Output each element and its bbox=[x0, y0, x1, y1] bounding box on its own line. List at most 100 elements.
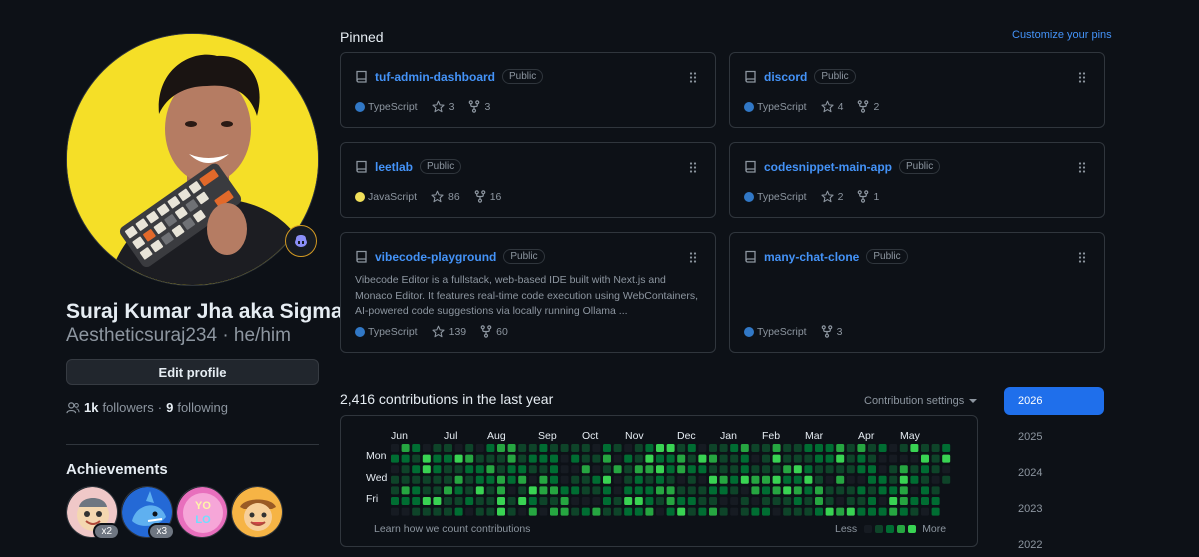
contribution-day-cell[interactable] bbox=[592, 497, 601, 505]
contribution-day-cell[interactable] bbox=[656, 454, 664, 463]
contribution-day-cell[interactable] bbox=[486, 497, 495, 505]
contribution-day-cell[interactable] bbox=[793, 444, 802, 452]
contribution-day-cell[interactable] bbox=[433, 486, 442, 495]
status-emoji-button[interactable] bbox=[285, 225, 317, 257]
contribution-day-cell[interactable] bbox=[836, 475, 845, 484]
contribution-day-cell[interactable] bbox=[550, 475, 558, 484]
contribution-day-cell[interactable] bbox=[751, 465, 760, 474]
contribution-day-cell[interactable] bbox=[868, 444, 876, 452]
contribution-day-cell[interactable] bbox=[412, 444, 421, 452]
contribution-day-cell[interactable] bbox=[475, 497, 484, 505]
contribution-day-cell[interactable] bbox=[783, 465, 792, 474]
contribution-day-cell[interactable] bbox=[825, 475, 834, 484]
contribution-day-cell[interactable] bbox=[528, 497, 537, 505]
contribution-day-cell[interactable] bbox=[634, 444, 643, 452]
contribution-day-cell[interactable] bbox=[444, 486, 452, 495]
contribution-day-cell[interactable] bbox=[422, 454, 431, 463]
contribution-day-cell[interactable] bbox=[846, 497, 855, 505]
repo-name-link[interactable]: tuf-admin-dashboard bbox=[375, 70, 495, 84]
contribution-day-cell[interactable] bbox=[581, 497, 590, 505]
contribution-day-cell[interactable] bbox=[507, 507, 516, 516]
contribution-day-cell[interactable] bbox=[656, 465, 664, 474]
contribution-day-cell[interactable] bbox=[687, 444, 696, 452]
contribution-day-cell[interactable] bbox=[401, 475, 410, 484]
contribution-day-cell[interactable] bbox=[698, 475, 707, 484]
contribution-day-cell[interactable] bbox=[507, 486, 516, 495]
contribution-day-cell[interactable] bbox=[804, 465, 813, 474]
contribution-day-cell[interactable] bbox=[825, 465, 834, 474]
contribution-day-cell[interactable] bbox=[497, 507, 505, 516]
contribution-day-cell[interactable] bbox=[846, 465, 855, 474]
contribution-day-cell[interactable] bbox=[677, 444, 686, 452]
contribution-day-cell[interactable] bbox=[783, 475, 792, 484]
contribution-day-cell[interactable] bbox=[539, 486, 548, 495]
contribution-day-cell[interactable] bbox=[507, 497, 516, 505]
contribution-day-cell[interactable] bbox=[507, 475, 516, 484]
contribution-day-cell[interactable] bbox=[836, 465, 845, 474]
contribution-day-cell[interactable] bbox=[603, 497, 611, 505]
contribution-day-cell[interactable] bbox=[931, 486, 940, 495]
contribution-day-cell[interactable] bbox=[889, 444, 898, 452]
contribution-day-cell[interactable] bbox=[550, 444, 558, 452]
contribution-day-cell[interactable] bbox=[486, 486, 495, 495]
contribution-day-cell[interactable] bbox=[846, 475, 855, 484]
contribution-day-cell[interactable] bbox=[581, 475, 590, 484]
contribution-day-cell[interactable] bbox=[391, 507, 399, 516]
repo-name-link[interactable]: many-chat-clone bbox=[764, 250, 859, 264]
contribution-day-cell[interactable] bbox=[825, 497, 834, 505]
contribution-day-cell[interactable] bbox=[921, 497, 929, 505]
contribution-day-cell[interactable] bbox=[687, 507, 696, 516]
contribution-day-cell[interactable] bbox=[783, 497, 792, 505]
contribution-day-cell[interactable] bbox=[942, 465, 951, 474]
contribution-day-cell[interactable] bbox=[539, 454, 548, 463]
contribution-day-cell[interactable] bbox=[444, 507, 452, 516]
contribution-day-cell[interactable] bbox=[412, 475, 421, 484]
contribution-day-cell[interactable] bbox=[401, 444, 410, 452]
repo-forks-link[interactable]: 1 bbox=[857, 190, 879, 203]
contribution-day-cell[interactable] bbox=[846, 486, 855, 495]
contribution-day-cell[interactable] bbox=[613, 465, 622, 474]
contribution-day-cell[interactable] bbox=[740, 497, 749, 505]
contribution-day-cell[interactable] bbox=[401, 486, 410, 495]
contribution-day-cell[interactable] bbox=[454, 497, 463, 505]
contribution-day-cell[interactable] bbox=[454, 475, 463, 484]
contribution-day-cell[interactable] bbox=[687, 454, 696, 463]
contribution-day-cell[interactable] bbox=[497, 475, 505, 484]
contribution-day-cell[interactable] bbox=[889, 497, 898, 505]
contribution-day-cell[interactable] bbox=[571, 486, 580, 495]
contribution-day-cell[interactable] bbox=[550, 465, 558, 474]
contribution-day-cell[interactable] bbox=[698, 497, 707, 505]
contribution-day-cell[interactable] bbox=[836, 507, 845, 516]
contribution-day-cell[interactable] bbox=[592, 486, 601, 495]
contribution-day-cell[interactable] bbox=[899, 497, 908, 505]
contribution-day-cell[interactable] bbox=[656, 444, 664, 452]
contribution-day-cell[interactable] bbox=[719, 497, 728, 505]
contribution-day-cell[interactable] bbox=[804, 497, 813, 505]
year-link-2026[interactable]: 2026 bbox=[1004, 387, 1104, 415]
contribution-day-cell[interactable] bbox=[571, 475, 580, 484]
repo-stars-link[interactable]: 3 bbox=[432, 100, 454, 113]
contribution-day-cell[interactable] bbox=[528, 475, 537, 484]
drag-handle-icon[interactable] bbox=[689, 72, 697, 83]
contribution-day-cell[interactable] bbox=[751, 444, 760, 452]
contribution-day-cell[interactable] bbox=[730, 454, 739, 463]
contribution-day-cell[interactable] bbox=[571, 507, 580, 516]
contribution-day-cell[interactable] bbox=[465, 475, 474, 484]
contribution-day-cell[interactable] bbox=[571, 454, 580, 463]
contribution-day-cell[interactable] bbox=[815, 486, 823, 495]
contribution-day-cell[interactable] bbox=[677, 507, 686, 516]
contribution-day-cell[interactable] bbox=[475, 454, 484, 463]
contribution-day-cell[interactable] bbox=[624, 444, 633, 452]
repo-name-link[interactable]: leetlab bbox=[375, 160, 413, 174]
contribution-day-cell[interactable] bbox=[868, 497, 876, 505]
contribution-day-cell[interactable] bbox=[592, 507, 601, 516]
contribution-day-cell[interactable] bbox=[931, 475, 940, 484]
contribution-day-cell[interactable] bbox=[475, 475, 484, 484]
contribution-day-cell[interactable] bbox=[666, 444, 675, 452]
contribution-day-cell[interactable] bbox=[762, 454, 770, 463]
contribution-day-cell[interactable] bbox=[921, 465, 929, 474]
contribution-day-cell[interactable] bbox=[656, 507, 664, 516]
repo-forks-link[interactable]: 2 bbox=[857, 100, 879, 113]
contribution-day-cell[interactable] bbox=[836, 454, 845, 463]
contribution-day-cell[interactable] bbox=[730, 507, 739, 516]
